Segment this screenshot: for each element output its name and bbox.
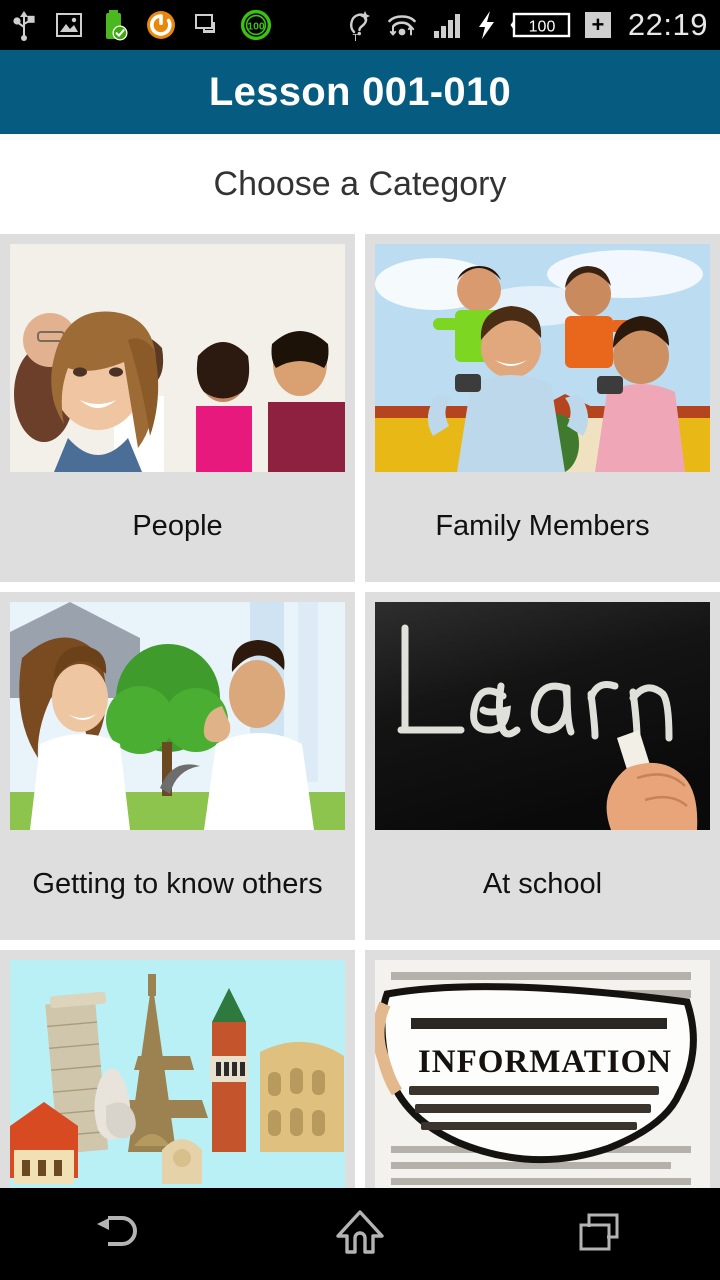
category-card-getting-to-know-others[interactable]: Getting to know others	[0, 592, 355, 940]
category-thumbnail-family-members	[375, 244, 710, 472]
category-thumbnail-getting-to-know-others	[10, 602, 345, 830]
category-thumbnail-landmarks	[10, 960, 345, 1188]
svg-text:100: 100	[529, 19, 556, 36]
page-title: Lesson 001-010	[208, 69, 512, 114]
screenshot-image-icon	[54, 10, 84, 40]
hearing-aid-tcoil-icon: T	[346, 8, 372, 42]
subtitle-container: Choose a Category	[0, 134, 720, 234]
category-card-landmarks[interactable]	[0, 950, 355, 1188]
category-thumbnail-at-school	[375, 602, 710, 830]
screen-mirror-icon	[194, 12, 222, 38]
app-header: Lesson 001-010	[0, 50, 720, 134]
category-label: Getting to know others	[32, 868, 323, 901]
svg-text:INFORMATION: INFORMATION	[418, 1044, 672, 1080]
status-bar: 100 T 100 + 22:19	[0, 0, 720, 50]
android-navigation-bar	[0, 1188, 720, 1280]
app-screen: 100 T 100 + 22:19 Lesson 001-010 Choose …	[0, 0, 720, 1280]
svg-text:T: T	[352, 33, 358, 42]
category-thumbnail-information: INFORMATION	[375, 960, 710, 1188]
charging-bolt-icon	[475, 9, 497, 41]
recents-squares-icon	[575, 1209, 625, 1260]
app-sync-orange-icon	[146, 10, 176, 40]
status-bar-right-icons: T 100 + 22:19	[346, 7, 708, 43]
category-label: At school	[482, 868, 603, 901]
battery-charged-check-icon	[102, 8, 128, 42]
status-bar-clock: 22:19	[627, 7, 708, 42]
wifi-transfer-icon	[385, 10, 419, 40]
usb-icon	[12, 9, 36, 41]
category-card-at-school[interactable]: At school	[365, 592, 720, 940]
choose-category-heading: Choose a Category	[213, 164, 507, 203]
svg-text:100: 100	[247, 20, 265, 32]
category-label: People	[132, 510, 223, 543]
back-arrow-icon	[94, 1208, 146, 1261]
back-button[interactable]	[0, 1188, 240, 1280]
add-icon: +	[584, 12, 611, 38]
category-card-information[interactable]: INFORMATION	[365, 950, 720, 1188]
category-grid: People Family Members Getting to know ot…	[0, 234, 720, 1188]
battery-percent-100-icon: 100	[240, 9, 272, 41]
status-bar-left-icons: 100	[12, 8, 272, 42]
category-label: Family Members	[435, 510, 650, 543]
category-thumbnail-people	[10, 244, 345, 472]
recents-button[interactable]	[480, 1188, 720, 1280]
battery-icon: 100	[510, 10, 572, 40]
home-button[interactable]	[240, 1188, 480, 1280]
cellular-signal-icon	[432, 10, 462, 40]
category-card-people[interactable]: People	[0, 234, 355, 582]
category-card-family-members[interactable]: Family Members	[365, 234, 720, 582]
home-icon	[334, 1206, 386, 1263]
